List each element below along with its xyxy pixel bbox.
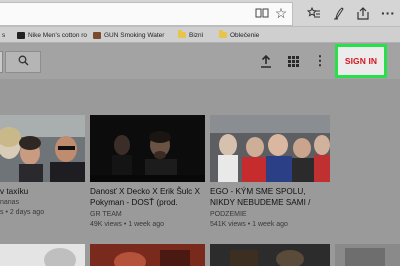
video-title[interactable]: v taxíku: [0, 186, 28, 197]
video-channel[interactable]: nanas: [0, 198, 19, 207]
apps-grid-icon[interactable]: [284, 52, 302, 70]
video-title[interactable]: EGO - KÝM SME SPOLU, NIKDY NEBUDEME SAMI…: [210, 186, 310, 208]
favorites-bar: s Nike Men's cotton ro GUN Smoking Water…: [0, 27, 400, 43]
video-thumbnail[interactable]: [90, 244, 205, 266]
favorite-label: Oblečenie: [230, 31, 260, 39]
favorites-tab-fragment[interactable]: s: [2, 30, 5, 40]
favorite-folder-oblecenie[interactable]: Oblečenie: [219, 30, 259, 40]
address-bar[interactable]: [0, 2, 293, 26]
share-icon[interactable]: [354, 4, 372, 22]
upload-icon[interactable]: [257, 52, 275, 70]
video-title[interactable]: Danosť X Decko X Erik Šulc X Pokyman - D…: [90, 186, 200, 208]
video-thumbnail[interactable]: [335, 244, 400, 266]
settings-menu-icon[interactable]: ⋮: [311, 52, 329, 70]
page-favicon-icon: [93, 31, 101, 39]
video-thumbnail[interactable]: [210, 244, 330, 266]
reading-view-icon[interactable]: [253, 4, 271, 22]
video-title-line: NIKDY NEBUDEME SAMI /: [210, 198, 311, 207]
video-channel[interactable]: PODZEMIE: [210, 210, 247, 219]
video-title-line: Danosť X Decko X Erik Šulc X: [90, 187, 201, 196]
favorite-label: GUN Smoking Water: [104, 31, 165, 39]
favorite-folder-biznis[interactable]: Biznì: [178, 30, 203, 40]
video-grid: v taxíku nanas s • 2 days ago Danosť X D…: [0, 79, 400, 266]
video-views: 541K views • 1 week ago: [210, 221, 288, 228]
video-thumbnail[interactable]: [90, 115, 205, 182]
favorite-link-nike[interactable]: Nike Men's cotton ro: [17, 30, 87, 40]
favorite-link-gun[interactable]: GUN Smoking Water: [93, 30, 164, 40]
video-title-line: EGO - KÝM SME SPOLU,: [210, 187, 306, 196]
video-views: s • 2 days ago: [0, 209, 45, 216]
favorite-star-icon[interactable]: ☆: [272, 4, 290, 22]
favorite-label: Biznì: [189, 31, 204, 39]
video-title-line: Pokyman - DOSŤ (prod.: [90, 198, 178, 207]
sign-in-label: SIGN IN: [344, 56, 378, 66]
browser-toolbar: ☆ ···: [0, 0, 400, 27]
sign-in-button[interactable]: SIGN IN: [335, 44, 387, 78]
video-thumbnail[interactable]: [210, 115, 330, 182]
video-thumbnail[interactable]: [0, 115, 85, 182]
nike-swoosh-icon: [17, 31, 25, 39]
video-thumbnail[interactable]: [0, 244, 85, 266]
search-button[interactable]: [5, 51, 41, 73]
search-input[interactable]: [0, 51, 3, 73]
favorites-hub-icon[interactable]: [305, 4, 323, 22]
folder-icon: [219, 30, 227, 38]
video-channel[interactable]: GR TEAM: [90, 210, 122, 219]
web-note-pen-icon[interactable]: [330, 4, 348, 22]
more-options-icon[interactable]: ···: [379, 4, 397, 22]
search-icon: [18, 53, 29, 71]
folder-icon: [178, 30, 186, 38]
favorites-tab-label: s: [2, 31, 6, 39]
video-views: 49K views • 1 week ago: [90, 221, 165, 228]
favorite-label: Nike Men's cotton ro: [28, 31, 88, 39]
